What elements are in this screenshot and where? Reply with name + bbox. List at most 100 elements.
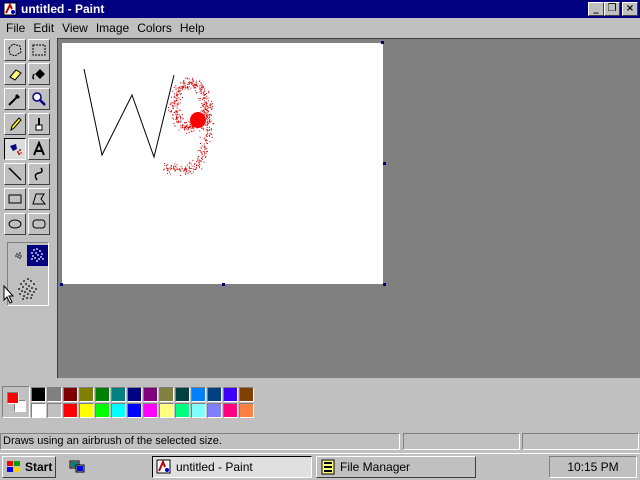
palette-swatch[interactable] <box>111 403 126 418</box>
palette-swatch[interactable] <box>47 387 62 402</box>
palette-swatch[interactable] <box>79 403 94 418</box>
menu-bar: File Edit View Image Colors Help <box>0 18 640 37</box>
paint-icon <box>156 459 171 474</box>
close-icon: × <box>625 3 635 14</box>
resize-handle-mid-right[interactable] <box>383 162 386 165</box>
ellipse-icon <box>8 219 22 229</box>
airbrush-size-medium[interactable] <box>27 245 48 266</box>
menu-image[interactable]: Image <box>92 21 133 35</box>
tool-ellipse[interactable] <box>4 213 26 235</box>
palette-swatch[interactable] <box>31 403 46 418</box>
palette-swatch[interactable] <box>79 387 94 402</box>
menu-label: File <box>6 20 26 35</box>
toolbox <box>0 37 56 377</box>
start-button[interactable]: Start <box>2 456 56 478</box>
menu-colors[interactable]: Colors <box>133 21 176 35</box>
minimize-button[interactable]: _ <box>588 2 604 16</box>
curve-icon <box>34 167 43 181</box>
airbrush-size-small[interactable] <box>12 249 26 263</box>
palette-swatch[interactable] <box>191 403 206 418</box>
task-file-manager[interactable]: File Manager <box>316 456 476 478</box>
quick-launch[interactable] <box>64 456 90 478</box>
windows-logo-icon <box>7 461 20 472</box>
menu-view[interactable]: View <box>58 21 92 35</box>
network-icon <box>69 460 85 473</box>
foreground-color-swatch <box>7 392 19 404</box>
brush-icon <box>35 118 43 131</box>
resize-handle-bottom-right[interactable] <box>383 283 386 286</box>
current-colors[interactable] <box>2 386 30 418</box>
tool-magnifier[interactable] <box>28 88 50 110</box>
palette-swatch[interactable] <box>239 403 254 418</box>
palette-swatch[interactable] <box>47 403 62 418</box>
start-label: Start <box>25 460 53 474</box>
palette-swatch[interactable] <box>111 387 126 402</box>
palette-swatch[interactable] <box>143 403 158 418</box>
canvas-drawing <box>83 68 215 176</box>
task-label: untitled - Paint <box>176 460 253 474</box>
window-title: untitled - Paint <box>21 2 105 16</box>
resize-handle-bottom-left[interactable] <box>60 283 63 286</box>
restore-button[interactable]: ❐ <box>604 2 620 16</box>
task-paint[interactable]: untitled - Paint <box>152 456 312 478</box>
tool-curve[interactable] <box>28 163 50 185</box>
menu-help[interactable]: Help <box>176 21 209 35</box>
status-bar: Draws using an airbrush of the selected … <box>0 431 640 451</box>
palette-swatch[interactable] <box>63 387 78 402</box>
line-icon <box>8 167 22 181</box>
system-clock[interactable]: 10:15 PM <box>549 456 637 478</box>
palette-swatch[interactable] <box>127 387 142 402</box>
palette-swatch[interactable] <box>31 387 46 402</box>
palette-swatch[interactable] <box>175 387 190 402</box>
palette-swatch[interactable] <box>159 403 174 418</box>
palette-swatch[interactable] <box>223 403 238 418</box>
tool-polygon[interactable] <box>28 188 50 210</box>
palette-swatch[interactable] <box>143 387 158 402</box>
palette-swatch[interactable] <box>63 403 78 418</box>
palette-swatch[interactable] <box>207 387 222 402</box>
airbrush-size-large[interactable] <box>14 275 42 303</box>
status-pane-size <box>522 433 639 450</box>
drawing-canvas[interactable] <box>62 43 383 284</box>
resize-handle-bottom-mid[interactable] <box>222 283 225 286</box>
eraser-icon <box>9 69 22 81</box>
palette-swatch[interactable] <box>175 403 190 418</box>
menu-file[interactable]: File <box>2 21 29 35</box>
close-button[interactable]: × <box>622 2 638 16</box>
palette-swatch[interactable] <box>191 387 206 402</box>
tool-airbrush[interactable] <box>4 138 26 160</box>
tool-brush[interactable] <box>28 113 50 135</box>
palette-swatch[interactable] <box>127 403 142 418</box>
minimize-icon: _ <box>593 3 599 14</box>
airbrush-icon <box>10 144 22 155</box>
palette-swatch[interactable] <box>95 387 110 402</box>
tool-line[interactable] <box>4 163 26 185</box>
text-icon <box>33 141 45 156</box>
resize-handle-top-right[interactable] <box>381 41 384 44</box>
title-bar[interactable]: untitled - Paint _ ❐ × <box>0 0 640 18</box>
spray-large-icon <box>18 278 37 300</box>
tool-rectangle[interactable] <box>4 188 26 210</box>
tool-fill[interactable] <box>28 63 50 85</box>
menu-edit[interactable]: Edit <box>29 21 58 35</box>
tool-pick-color[interactable] <box>4 88 26 110</box>
menu-label: Help <box>179 20 205 35</box>
tool-pencil[interactable] <box>4 113 26 135</box>
pick-color-icon <box>8 94 20 106</box>
free-form-select-icon <box>8 43 22 57</box>
palette-swatch[interactable] <box>239 387 254 402</box>
hand-drawn-w-stroke <box>83 68 175 159</box>
palette-swatch[interactable] <box>95 403 110 418</box>
file-manager-icon <box>321 459 335 475</box>
tool-eraser[interactable] <box>4 63 26 85</box>
taskbar: Start untitled - Paint File Manager 10:1… <box>0 453 640 480</box>
palette-swatch[interactable] <box>159 387 174 402</box>
palette-swatch[interactable] <box>207 403 222 418</box>
drawing-workspace <box>57 38 640 378</box>
tool-rounded-rectangle[interactable] <box>28 213 50 235</box>
palette-swatch[interactable] <box>223 387 238 402</box>
tool-free-form-select[interactable] <box>4 39 26 61</box>
tool-select[interactable] <box>28 39 50 61</box>
tool-text[interactable] <box>28 138 50 160</box>
paint-app-icon[interactable] <box>2 1 18 17</box>
